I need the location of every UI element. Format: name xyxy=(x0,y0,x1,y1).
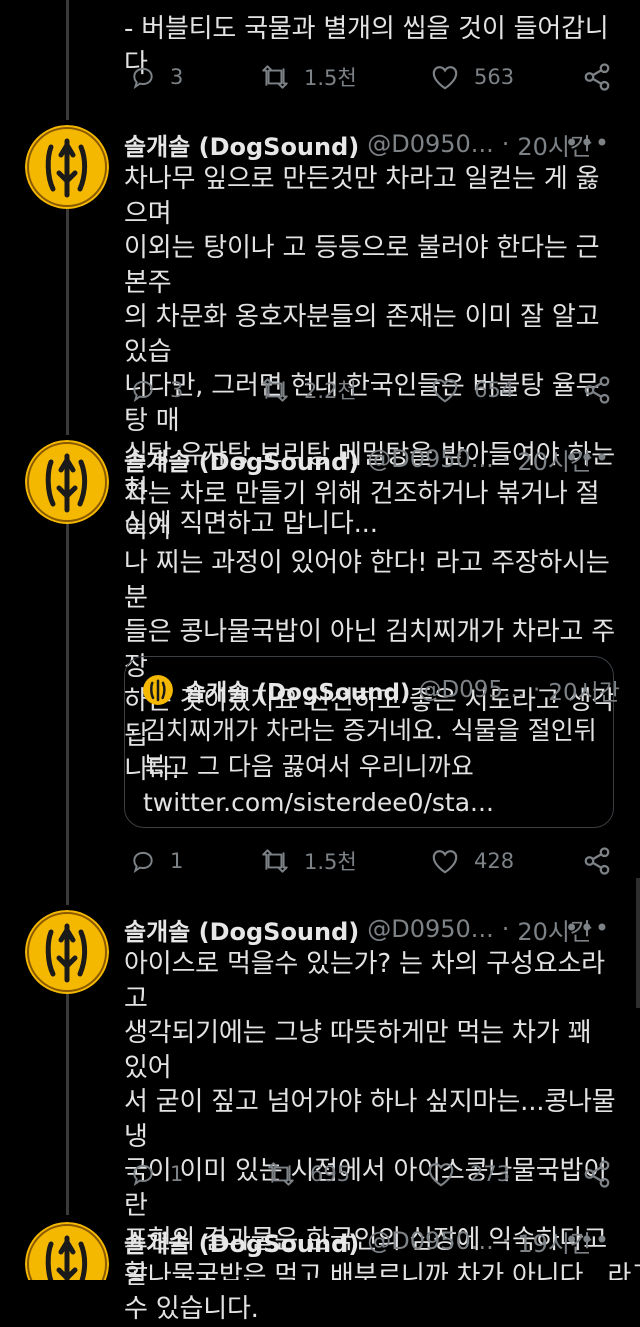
like-count: 654 xyxy=(474,378,515,402)
tweet-text: 콩나물국밥은 먹고 배부르니까 차가 아니다...라고 xyxy=(124,1261,640,1280)
separator-dot: · xyxy=(501,445,510,473)
avatar-logo-icon xyxy=(25,910,109,994)
quoted-avatar xyxy=(143,675,173,705)
reply-icon xyxy=(133,851,153,874)
tweet-header: 솔개솔 (DogSound) @D0950... · 19시간 xyxy=(124,1224,620,1258)
retweet-icon xyxy=(268,1162,294,1186)
separator-dot: · xyxy=(533,677,541,703)
share-button[interactable] xyxy=(582,373,612,407)
like-icon xyxy=(428,1163,454,1187)
like-icon xyxy=(432,66,458,90)
more-icon[interactable]: ••• xyxy=(565,1226,610,1254)
tweet-actions: 1 695 273 xyxy=(124,1157,624,1191)
display-name[interactable]: 솔개솔 (DogSound) xyxy=(124,442,359,477)
reply-icon xyxy=(133,67,153,90)
like-button[interactable]: 428 xyxy=(430,844,514,878)
quoted-tweet[interactable]: 솔개솔 (DogSound) @D095... · 20시간 김치찌개가 차라는… xyxy=(124,656,620,828)
quoted-display-name: 솔개솔 (DogSound) xyxy=(185,680,411,706)
reply-button[interactable]: 3 xyxy=(130,373,183,407)
avatar-logo-icon xyxy=(25,1222,109,1280)
quoted-tweet-text: 김치찌개가 차라는 증거네요. 식물을 절인뒤 볶고 그 다음 끓여서 우리니까… xyxy=(143,716,597,817)
reply-count: 3 xyxy=(170,65,184,89)
avatar-logo-icon xyxy=(25,440,109,524)
tweet-header: 솔개솔 (DogSound) @D0950... · 20시간 xyxy=(124,442,620,476)
quoted-timestamp: 20시간 xyxy=(548,680,620,706)
share-button[interactable] xyxy=(582,844,612,878)
retweet-icon xyxy=(262,65,288,89)
username[interactable]: @D0950... xyxy=(367,130,493,158)
reply-count: 1 xyxy=(170,1162,184,1186)
username[interactable]: @D0950... xyxy=(367,915,493,943)
retweet-icon xyxy=(262,849,288,873)
share-icon xyxy=(584,1160,610,1188)
thread-line xyxy=(66,0,69,120)
retweet-button[interactable]: 695 xyxy=(266,1157,350,1191)
thread-line xyxy=(66,980,69,1215)
tweet-actions: 3 2.2천 654 xyxy=(124,373,624,407)
avatar[interactable] xyxy=(25,125,109,209)
share-button[interactable] xyxy=(582,60,612,94)
retweet-icon xyxy=(262,378,288,402)
thread-line xyxy=(66,195,69,435)
more-icon[interactable]: ••• xyxy=(565,129,610,157)
retweet-count: 2.2천 xyxy=(304,379,357,403)
tweet-header: 솔개솔 (DogSound) @D0950... · 20시간 xyxy=(124,127,620,161)
like-button[interactable]: 654 xyxy=(430,373,514,407)
more-icon[interactable]: ••• xyxy=(565,914,610,942)
reply-button[interactable]: 1 xyxy=(130,1157,183,1191)
like-count: 428 xyxy=(474,849,515,873)
retweet-count: 695 xyxy=(310,1162,351,1186)
retweet-count: 1.5천 xyxy=(304,66,357,90)
reply-button[interactable]: 1 xyxy=(130,844,183,878)
avatar[interactable] xyxy=(25,910,109,994)
avatar[interactable] xyxy=(25,1222,109,1280)
reply-button[interactable]: 3 xyxy=(130,60,183,94)
share-icon xyxy=(584,376,610,404)
username[interactable]: @D0950... xyxy=(367,1227,493,1255)
like-button[interactable]: 563 xyxy=(430,60,514,94)
retweet-count: 1.5천 xyxy=(304,850,357,874)
display-name[interactable]: 솔개솔 (DogSound) xyxy=(124,127,359,162)
tweet-actions: 3 1.5천 563 xyxy=(124,60,624,94)
avatar[interactable] xyxy=(25,440,109,524)
reply-icon xyxy=(133,380,153,403)
display-name[interactable]: 솔개솔 (DogSound) xyxy=(124,1224,359,1259)
like-count: 563 xyxy=(474,65,515,89)
retweet-button[interactable]: 2.2천 xyxy=(260,373,357,407)
avatar-logo-icon xyxy=(25,125,109,209)
avatar-logo-icon xyxy=(143,675,173,705)
thread-line xyxy=(66,510,69,905)
share-button[interactable] xyxy=(582,1157,612,1191)
like-icon xyxy=(432,379,458,403)
separator-dot: · xyxy=(501,130,510,158)
reply-icon xyxy=(133,1164,153,1187)
share-icon xyxy=(584,63,610,91)
reply-count: 1 xyxy=(170,849,184,873)
retweet-button[interactable]: 1.5천 xyxy=(260,844,357,878)
tweet-header: 솔개솔 (DogSound) @D0950... · 20시간 xyxy=(124,912,620,946)
reply-count: 3 xyxy=(170,378,184,402)
username[interactable]: @D0950... xyxy=(367,445,493,473)
quoted-username: @D095... xyxy=(418,677,525,703)
like-button[interactable]: 273 xyxy=(426,1157,510,1191)
like-count: 273 xyxy=(470,1162,511,1186)
more-icon[interactable]: ••• xyxy=(565,444,610,472)
quoted-tweet-header: 솔개솔 (DogSound) @D095... · 20시간 xyxy=(143,673,620,707)
separator-dot: · xyxy=(501,1227,510,1255)
tweet-actions: 1 1.5천 428 xyxy=(124,844,624,878)
retweet-button[interactable]: 1.5천 xyxy=(260,60,357,94)
separator-dot: · xyxy=(501,915,510,943)
share-icon xyxy=(584,847,610,875)
tweet[interactable]: 솔개솔 (DogSound) @D0950... · 19시간 ••• 콩나물국… xyxy=(0,1222,640,1280)
scrollbar[interactable] xyxy=(636,878,640,1008)
like-icon xyxy=(432,850,458,874)
display-name[interactable]: 솔개솔 (DogSound) xyxy=(124,912,359,947)
